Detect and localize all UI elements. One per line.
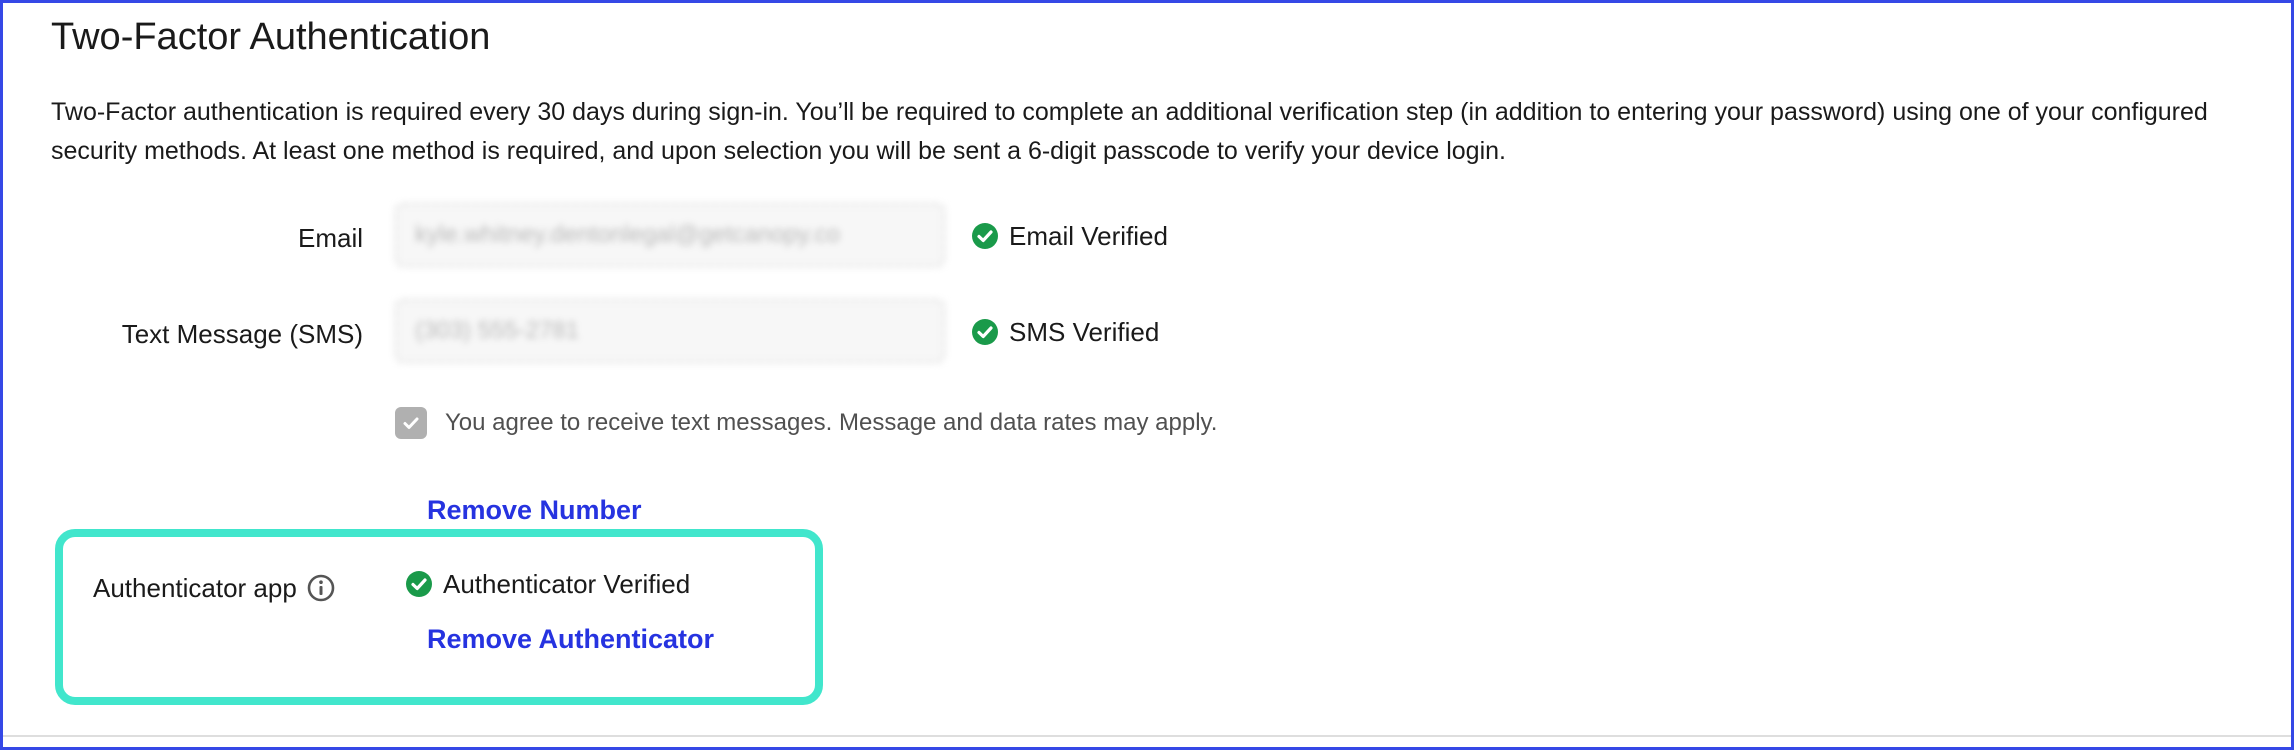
check-circle-icon (405, 570, 433, 598)
info-icon[interactable] (307, 574, 335, 602)
authenticator-highlight (55, 529, 823, 705)
sms-status-label: SMS Verified (1009, 317, 1160, 347)
authenticator-status: Authenticator Verified (405, 567, 690, 601)
checkmark-icon (403, 417, 419, 429)
check-circle-icon (971, 318, 999, 346)
check-circle-icon (971, 222, 999, 250)
sms-consent-checkbox[interactable] (395, 407, 427, 439)
email-label: Email (297, 223, 363, 253)
sms-status: SMS Verified (971, 315, 1159, 349)
authenticator-label: Authenticator app (93, 573, 297, 603)
authenticator-label-row: Authenticator app (93, 571, 335, 605)
divider (3, 735, 2291, 737)
remove-number-link[interactable]: Remove Number (427, 493, 642, 527)
sms-consent-text: You agree to receive text messages. Mess… (445, 409, 1218, 436)
page-description: Two-Factor authentication is required ev… (51, 98, 2208, 165)
two-factor-panel: Two-Factor Authentication Two-Factor aut… (0, 0, 2294, 750)
sms-consent: You agree to receive text messages. Mess… (395, 407, 1217, 439)
email-status-label: Email Verified (1009, 221, 1168, 251)
remove-authenticator-link[interactable]: Remove Authenticator (427, 622, 714, 656)
sms-label: Text Message (SMS) (121, 319, 363, 349)
sms-field[interactable] (395, 299, 945, 363)
email-field[interactable] (395, 203, 945, 267)
authenticator-status-label: Authenticator Verified (443, 569, 691, 599)
email-status: Email Verified (971, 219, 1168, 253)
page-title: Two-Factor Authentication (51, 16, 491, 58)
